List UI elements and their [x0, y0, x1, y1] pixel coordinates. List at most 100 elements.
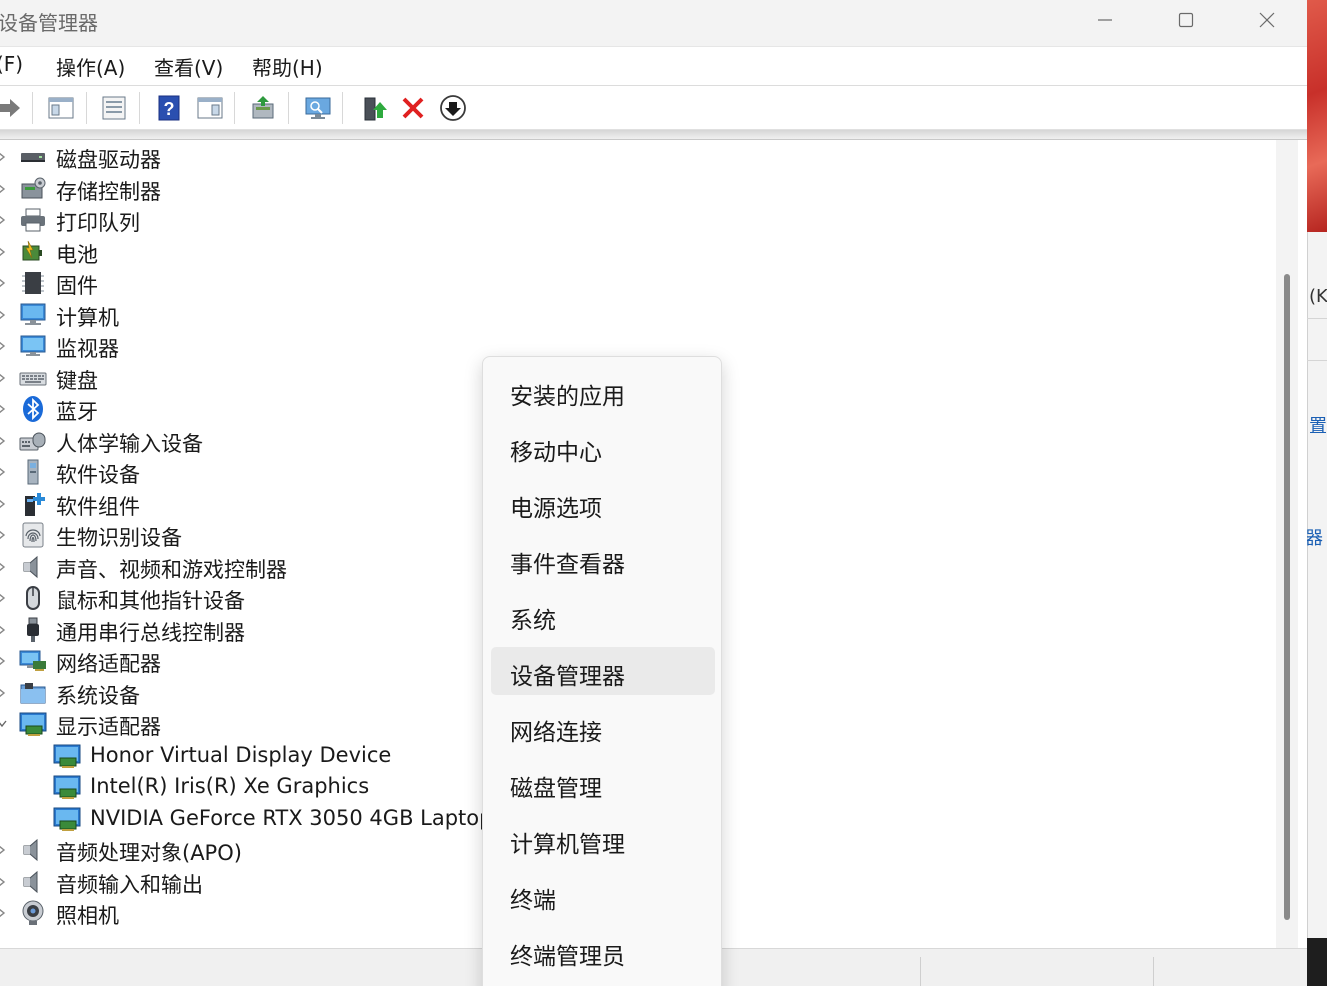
expand-chevron-icon[interactable] — [0, 276, 8, 290]
maximize-button[interactable] — [1146, 0, 1226, 40]
toolbar-border — [0, 130, 1307, 140]
close-icon — [1259, 12, 1275, 28]
menu-bar: (F) 操作(A) 查看(V) 帮助(H) — [0, 46, 1307, 86]
context-menu-item[interactable]: 移动中心 — [491, 423, 715, 471]
enable-device-button[interactable] — [358, 91, 392, 125]
scan-hardware-changes-icon — [305, 97, 331, 119]
menu-action[interactable]: 操作(A) — [56, 52, 125, 81]
toolbar-separator — [139, 92, 140, 124]
network-adapter-icon — [19, 647, 47, 675]
computer-icon — [19, 301, 47, 329]
speaker-icon — [19, 868, 47, 896]
device-label: 系统设备 — [56, 683, 140, 708]
keyboard-icon — [19, 364, 47, 392]
context-menu-item[interactable]: 设备管理器 — [491, 647, 715, 695]
device-category[interactable]: 计算机 — [0, 300, 1270, 330]
expand-chevron-icon[interactable] — [0, 560, 8, 574]
status-separator — [920, 957, 921, 986]
usb-icon — [19, 616, 47, 644]
expand-chevron-icon[interactable] — [0, 434, 8, 448]
expand-chevron-icon[interactable] — [0, 591, 8, 605]
expand-chevron-icon[interactable] — [0, 497, 8, 511]
collapse-chevron-icon[interactable] — [0, 717, 8, 731]
disable-device-button[interactable] — [436, 91, 470, 125]
uninstall-device-button[interactable] — [396, 91, 430, 125]
expand-chevron-icon[interactable] — [0, 182, 8, 196]
background-window[interactable] — [1307, 232, 1327, 938]
device-category[interactable]: 存储控制器 — [0, 174, 1270, 204]
help-button[interactable]: ? — [152, 91, 186, 125]
bluetooth-icon — [19, 395, 47, 423]
forward-button[interactable] — [0, 91, 26, 125]
expand-chevron-icon[interactable] — [0, 402, 8, 416]
software-device-icon — [19, 458, 47, 486]
context-menu-item[interactable]: 电源选项 — [491, 479, 715, 527]
context-menu-item[interactable]: 事件查看器 — [491, 535, 715, 583]
toolbar-separator — [86, 92, 87, 124]
display-adapter-icon — [53, 742, 81, 770]
system-device-icon — [19, 679, 47, 707]
device-label: 软件设备 — [56, 463, 140, 487]
status-separator — [1153, 957, 1154, 986]
context-menu-item[interactable]: 安装的应用 — [491, 367, 715, 415]
menu-help[interactable]: 帮助(H) — [252, 52, 323, 81]
expand-chevron-icon[interactable] — [0, 875, 8, 889]
device-label: 生物识别设备 — [56, 526, 182, 550]
properties-button[interactable] — [97, 91, 131, 125]
scan-hardware-button[interactable] — [301, 91, 335, 125]
context-menu-item[interactable]: 网络连接 — [491, 703, 715, 751]
context-menu-item-label: 移动中心 — [510, 440, 602, 466]
action-pane-button[interactable] — [193, 91, 227, 125]
vertical-scrollbar[interactable] — [1276, 140, 1298, 948]
background-link-fragment[interactable]: 器 — [1307, 524, 1323, 550]
device-label: 软件组件 — [56, 494, 140, 519]
context-menu-item[interactable]: 磁盘管理 — [491, 759, 715, 807]
disk-drive-icon — [19, 143, 47, 171]
toolbar-separator — [234, 92, 235, 124]
show-hide-console-tree-icon — [48, 97, 74, 119]
show-action-pane-icon — [197, 97, 223, 119]
expand-chevron-icon[interactable] — [0, 465, 8, 479]
context-menu-item-label: 终端 — [510, 888, 556, 914]
context-menu-item-label: 网络连接 — [510, 720, 602, 746]
expand-chevron-icon[interactable] — [0, 528, 8, 542]
device-category[interactable]: 打印队列 — [0, 205, 1270, 235]
device-category[interactable]: 电池 — [0, 237, 1270, 267]
background-link-fragment[interactable]: 置 — [1309, 412, 1327, 438]
expand-chevron-icon[interactable] — [0, 150, 8, 164]
device-category[interactable]: 固件 — [0, 268, 1270, 298]
device-label: 监视器 — [56, 337, 119, 361]
monitor-icon — [19, 332, 47, 360]
menu-file[interactable]: (F) — [0, 52, 23, 76]
background-divider — [1307, 360, 1327, 361]
expand-chevron-icon[interactable] — [0, 213, 8, 227]
device-label: 人体学输入设备 — [56, 431, 203, 456]
speaker-icon — [19, 836, 47, 864]
expand-chevron-icon[interactable] — [0, 906, 8, 920]
expand-chevron-icon[interactable] — [0, 371, 8, 385]
console-tree-button[interactable] — [44, 91, 78, 125]
device-category[interactable]: 磁盘驱动器 — [0, 142, 1270, 172]
context-menu-item[interactable]: 系统 — [491, 591, 715, 639]
expand-chevron-icon[interactable] — [0, 843, 8, 857]
update-driver-button[interactable] — [246, 91, 280, 125]
title-bar[interactable]: 设备管理器 — [0, 0, 1307, 46]
context-menu-item-label: 安装的应用 — [510, 384, 625, 410]
context-menu-item[interactable]: 终端 — [491, 871, 715, 919]
background-window-strip: (K 置 器 — [1307, 0, 1327, 986]
minimize-button[interactable] — [1065, 0, 1145, 40]
context-menu-item-label: 事件查看器 — [510, 552, 625, 578]
close-button[interactable] — [1227, 0, 1307, 40]
context-menu-item[interactable]: 计算机管理 — [491, 815, 715, 863]
expand-chevron-icon[interactable] — [0, 308, 8, 322]
expand-chevron-icon[interactable] — [0, 654, 8, 668]
context-menu-item[interactable]: 终端管理员 — [491, 927, 715, 975]
expand-chevron-icon[interactable] — [0, 245, 8, 259]
scrollbar-thumb[interactable] — [1284, 274, 1290, 920]
expand-chevron-icon[interactable] — [0, 686, 8, 700]
device-label: Intel(R) Iris(R) Xe Graphics — [90, 774, 370, 798]
menu-view[interactable]: 查看(V) — [154, 52, 223, 81]
expand-chevron-icon[interactable] — [0, 339, 8, 353]
expand-chevron-icon[interactable] — [0, 623, 8, 637]
device-label: 存储控制器 — [56, 179, 161, 204]
